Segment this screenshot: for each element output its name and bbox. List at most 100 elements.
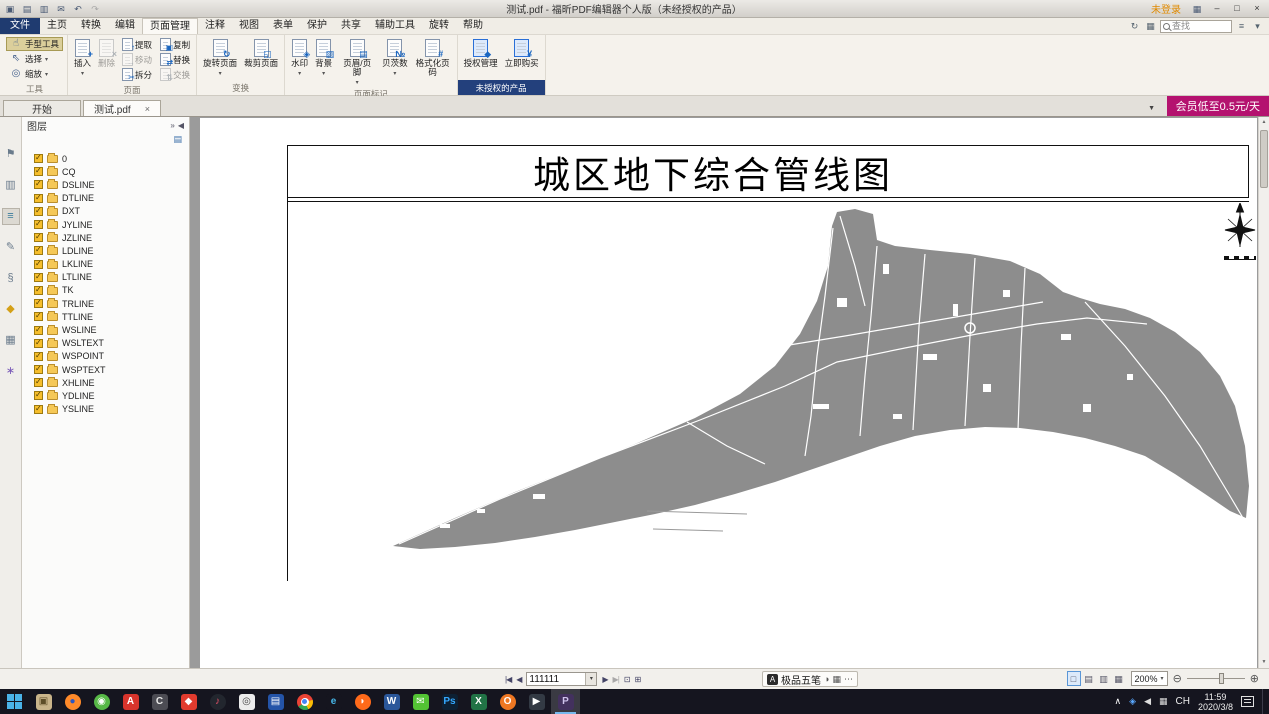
close-button[interactable]: ×: [1247, 2, 1267, 16]
layer-visibility-checkbox[interactable]: [34, 207, 43, 216]
layer-item[interactable]: DSLINE: [34, 178, 189, 191]
layer-item[interactable]: XHLINE: [34, 376, 189, 389]
word[interactable]: W: [377, 689, 406, 714]
clock[interactable]: 11:59 2020/3/8: [1198, 692, 1233, 712]
redo-icon[interactable]: ↷: [87, 2, 103, 16]
member-banner[interactable]: 会员低至0.5元/天: [1167, 96, 1269, 116]
email-icon[interactable]: ✉: [53, 2, 69, 16]
layer-item[interactable]: YSLINE: [34, 403, 189, 416]
buy-now-button[interactable]: 立即购买: [503, 37, 541, 80]
show-desktop-button[interactable]: [1262, 689, 1266, 714]
last-page-button[interactable]: ▶|: [613, 675, 619, 684]
menu-tab-share[interactable]: 共享: [334, 18, 368, 34]
layers-icon[interactable]: ≡: [3, 209, 19, 224]
scrollbar-thumb[interactable]: [1260, 130, 1268, 188]
layer-visibility-checkbox[interactable]: [34, 167, 43, 176]
bates-number-button[interactable]: 贝茨数▾: [380, 37, 410, 86]
excel[interactable]: X: [464, 689, 493, 714]
print-icon[interactable]: ▤: [19, 2, 35, 16]
clipboard-icon[interactable]: ⊞: [634, 675, 640, 684]
split-page-button[interactable]: 拆分: [120, 67, 154, 82]
foxit-reader[interactable]: ◗: [348, 689, 377, 714]
layer-item[interactable]: WSLTEXT: [34, 337, 189, 350]
select-tool-button[interactable]: ⇖选择▾: [6, 52, 63, 66]
search-input[interactable]: [1172, 21, 1229, 31]
copy-page-button[interactable]: 复制: [158, 37, 192, 52]
layer-item[interactable]: TRLINE: [34, 297, 189, 310]
menu-tab-view[interactable]: 视图: [232, 18, 266, 34]
menu-tab-edit[interactable]: 编辑: [108, 18, 142, 34]
watermark-button[interactable]: 水印▾: [289, 37, 310, 86]
layer-visibility-checkbox[interactable]: [34, 339, 43, 348]
ime-mode-icon[interactable]: A: [767, 674, 778, 685]
layer-item[interactable]: TK: [34, 284, 189, 297]
internet-explorer[interactable]: e: [319, 689, 348, 714]
layer-visibility-checkbox[interactable]: [34, 378, 43, 387]
layer-visibility-checkbox[interactable]: [34, 180, 43, 189]
single-page-view-icon[interactable]: □: [1067, 671, 1081, 686]
zoom-slider-thumb[interactable]: [1219, 673, 1224, 684]
document-view[interactable]: 城区地下综合管线图: [190, 117, 1269, 668]
sync-icon[interactable]: ↻: [1128, 21, 1141, 32]
start-button[interactable]: [0, 689, 29, 714]
bookmark-icon[interactable]: ⚑: [3, 147, 19, 162]
insert-page-button[interactable]: 插入▾: [72, 37, 93, 82]
action-center-icon[interactable]: [1241, 696, 1254, 707]
layer-item[interactable]: JYLINE: [34, 218, 189, 231]
document-tab-start[interactable]: 开始: [3, 100, 81, 116]
comments-icon[interactable]: ✎: [3, 240, 19, 255]
ime-mode-tray-icon[interactable]: ▦: [1159, 696, 1168, 707]
adobe-app[interactable]: ◆: [174, 689, 203, 714]
snapshot-icon[interactable]: ⊡: [624, 675, 630, 684]
attachments-icon[interactable]: §: [3, 271, 19, 286]
layout-grid-icon[interactable]: ▦: [1189, 2, 1205, 16]
layer-visibility-checkbox[interactable]: [34, 220, 43, 229]
wechat[interactable]: ✉: [406, 689, 435, 714]
zoom-in-button[interactable]: ⊕: [1250, 672, 1259, 685]
menu-tab-help[interactable]: 帮助: [456, 18, 490, 34]
delete-page-button[interactable]: 删除: [96, 37, 117, 82]
scroll-down-icon[interactable]: ▼: [1259, 657, 1269, 668]
security-tray-icon[interactable]: ◈: [1129, 696, 1136, 707]
layer-item[interactable]: LDLINE: [34, 244, 189, 257]
page-number-input[interactable]: [527, 674, 585, 685]
layer-visibility-checkbox[interactable]: [34, 352, 43, 361]
undo-icon[interactable]: ↶: [70, 2, 86, 16]
360-browser[interactable]: ◉: [87, 689, 116, 714]
tab-close-icon[interactable]: ×: [145, 104, 150, 114]
layer-options-button[interactable]: ▤: [173, 134, 182, 149]
continuous-facing-view-icon[interactable]: ▦: [1112, 671, 1126, 686]
video-player[interactable]: ▶: [522, 689, 551, 714]
layer-visibility-checkbox[interactable]: [34, 326, 43, 335]
layer-visibility-checkbox[interactable]: [34, 233, 43, 242]
security-icon[interactable]: ◆: [3, 302, 19, 317]
menu-tab-home[interactable]: 主页: [40, 18, 74, 34]
vertical-scrollbar[interactable]: ▲ ▼: [1258, 117, 1269, 668]
photoshop[interactable]: Ps: [435, 689, 464, 714]
volume-tray-icon[interactable]: ◀: [1144, 696, 1151, 707]
save-icon[interactable]: ▣: [2, 2, 18, 16]
menu-tab-accessibility[interactable]: 辅助工具: [368, 18, 422, 34]
swap-page-button[interactable]: 交换: [158, 67, 192, 82]
minimize-button[interactable]: –: [1207, 2, 1227, 16]
page-input-dropdown-icon[interactable]: ▾: [585, 673, 596, 685]
search-options-icon[interactable]: ≡: [1235, 21, 1248, 31]
file-explorer[interactable]: ▣: [29, 689, 58, 714]
menu-tab-file[interactable]: 文件: [0, 18, 40, 34]
hand-tool-button[interactable]: ☝手型工具: [6, 37, 63, 51]
layer-item[interactable]: WSPOINT: [34, 350, 189, 363]
layer-visibility-checkbox[interactable]: [34, 312, 43, 321]
menu-tab-rotate[interactable]: 旋转: [422, 18, 456, 34]
license-manage-button[interactable]: 授权管理: [462, 37, 500, 80]
layer-visibility-checkbox[interactable]: [34, 246, 43, 255]
layer-item[interactable]: DXT: [34, 205, 189, 218]
search-dropdown-icon[interactable]: ▾: [1251, 21, 1264, 32]
fields-icon[interactable]: ▦: [3, 333, 19, 348]
tab-list-dropdown-icon[interactable]: ▼: [1148, 105, 1155, 112]
zoom-level-select[interactable]: 200% ▾: [1131, 671, 1168, 686]
move-page-button[interactable]: 移动: [120, 52, 154, 67]
night-mode-icon[interactable]: ◑: [824, 674, 829, 685]
menu-tab-page-management[interactable]: 页面管理: [142, 18, 198, 34]
layer-item[interactable]: CQ: [34, 165, 189, 178]
hidden-icons-chevron[interactable]: ∧: [1115, 696, 1122, 707]
